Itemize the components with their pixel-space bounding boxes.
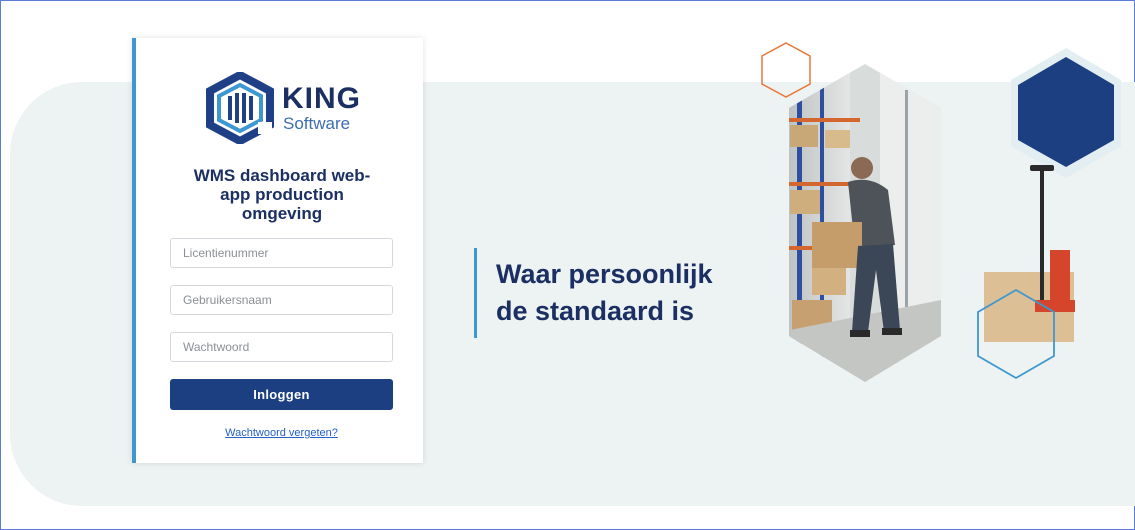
forgot-password-link[interactable]: Wachtwoord vergeten? (170, 427, 393, 439)
logo-king-text: KING (282, 82, 361, 115)
login-card: KING Software WMS dashboard web-app prod… (132, 38, 423, 463)
tagline-line-1: Waar persoonlijk (496, 259, 713, 289)
tagline-accent-bar (474, 248, 477, 338)
king-software-logo: KING Software (204, 72, 364, 144)
tagline-line-2: de standaard is (496, 296, 695, 326)
logo-software-text: Software (283, 114, 351, 133)
warehouse-photo (789, 64, 941, 382)
hero-tagline: Waar persoonlijk de standaard is (496, 256, 713, 330)
license-number-input[interactable] (170, 238, 393, 268)
password-input[interactable] (170, 332, 393, 362)
orange-hexagon-outline (761, 42, 811, 98)
king-logo-icon (206, 72, 274, 144)
login-title: WMS dashboard web-app production omgevin… (193, 166, 371, 223)
pallet-jack-scene (984, 165, 1075, 342)
username-input[interactable] (170, 285, 393, 315)
login-button[interactable]: Inloggen (170, 379, 393, 410)
